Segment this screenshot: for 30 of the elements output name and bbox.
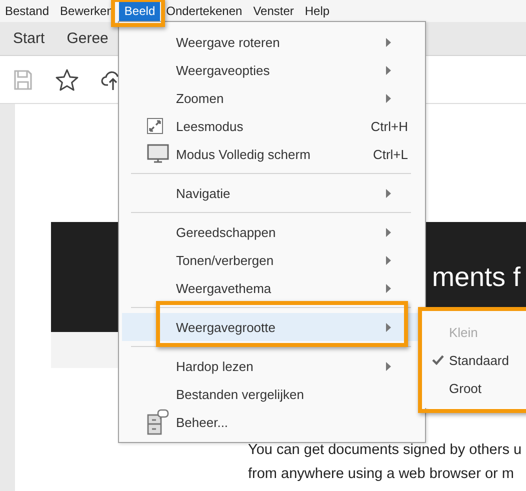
menubar-item[interactable]: Bewerken: [55, 1, 118, 21]
menu-item[interactable]: Leesmodus Ctrl+H: [122, 112, 422, 140]
menubar-item[interactable]: Beeld: [119, 1, 160, 21]
menu-item[interactable]: Zoomen: [122, 84, 422, 112]
star-icon[interactable]: [55, 68, 79, 92]
highlight-frame: [111, 0, 165, 27]
menu-item[interactable]: Weergavethema: [122, 274, 422, 302]
menubar-item[interactable]: Venster: [248, 1, 299, 21]
menubar-item[interactable]: Help: [300, 1, 335, 21]
paragraph-line: from anywhere using a web browser or m: [248, 465, 514, 484]
menu-item[interactable]: Gereedschappen: [122, 218, 422, 246]
menubar-item[interactable]: Bestand: [0, 1, 54, 21]
banner-heading: ments f: [432, 262, 521, 292]
menu-item[interactable]: Tonen/verbergen: [122, 246, 422, 274]
tab[interactable]: Geree: [66, 30, 108, 47]
menu-item[interactable]: Navigatie: [122, 179, 422, 207]
paragraph-line: You can get documents signed by others u: [248, 441, 522, 460]
menubar-item[interactable]: Ondertekenen: [161, 1, 248, 21]
monitor-icon: [147, 144, 169, 164]
shortcut-text: Ctrl+H: [370, 118, 408, 134]
tab[interactable]: Start: [13, 30, 45, 47]
menu-item[interactable]: Weergave roteren: [122, 28, 422, 56]
menu-item[interactable]: Bestanden vergelijken: [122, 380, 422, 408]
menu-item[interactable]: Weergaveopties: [122, 56, 422, 84]
cabinet-icon: [147, 409, 169, 435]
menu-item[interactable]: Modus Volledig scherm Ctrl+L: [122, 140, 422, 168]
shortcut-text: Ctrl+L: [372, 146, 408, 162]
menu-item[interactable]: Beheer...: [122, 408, 422, 436]
menu-item[interactable]: Hardop lezen: [122, 352, 422, 380]
expand-icon: [147, 118, 163, 134]
